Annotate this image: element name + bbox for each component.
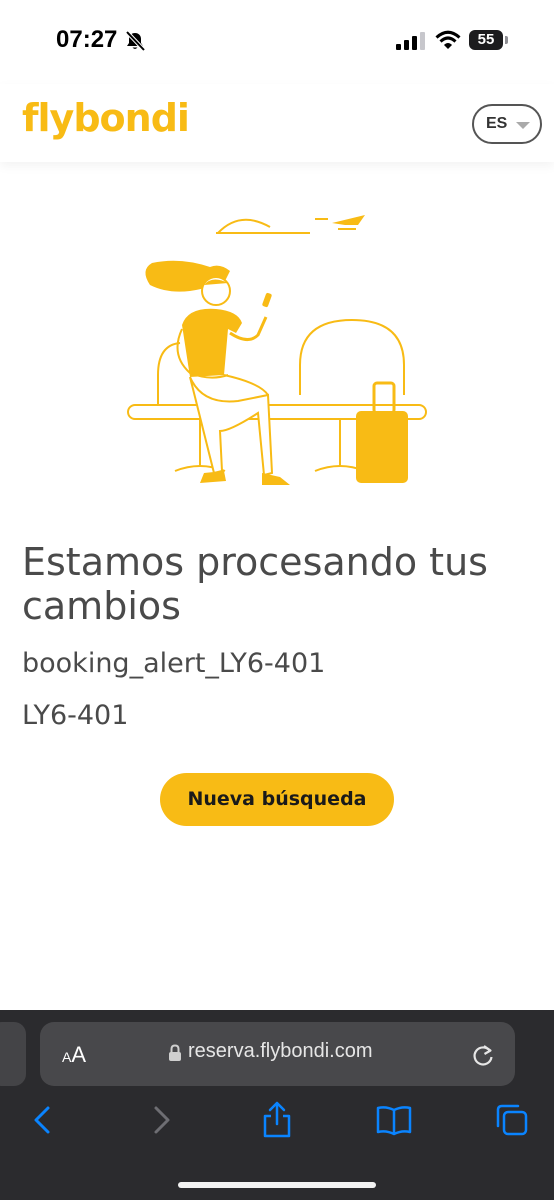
site-header: flybondi ES [0,84,554,162]
language-selector[interactable]: ES [472,104,542,144]
battery-level: 55 [477,31,495,48]
previous-tab-peek[interactable] [0,1022,26,1086]
alert-code: booking_alert_LY6-401 [22,648,326,679]
page-title: Estamos procesando tus cambios [22,540,488,628]
chevron-down-icon [516,122,530,129]
wifi-icon [435,30,461,49]
signal-icon [396,32,425,50]
text-size-button[interactable]: AA [62,1042,86,1068]
battery-cap [505,36,508,44]
status-bar: 07:27 55 [0,0,554,84]
home-indicator [178,1182,376,1188]
traveler-illustration [127,215,427,485]
battery-icon: 55 [469,30,503,50]
new-search-button[interactable]: Nueva búsqueda [160,773,394,826]
reload-icon[interactable] [470,1042,496,1068]
url-text: reserva.flybondi.com [188,1040,373,1062]
status-time: 07:27 [56,26,118,53]
language-label: ES [486,115,508,132]
bell-slash-icon [125,30,146,52]
flybondi-logo[interactable]: flybondi [22,96,190,140]
bookmarks-icon[interactable] [374,1100,414,1140]
lock-icon [169,1044,181,1061]
text-size-large: A [71,1042,87,1067]
address-bar[interactable]: AA reserva.flybondi.com [40,1022,515,1086]
booking-code: LY6-401 [22,700,129,731]
page: 07:27 55 flybondi ES Estamos procesando … [0,0,554,1200]
forward-icon[interactable] [142,1100,182,1140]
tabs-icon[interactable] [492,1100,532,1140]
share-icon[interactable] [257,1100,297,1140]
text-size-small: A [62,1049,72,1065]
back-icon[interactable] [22,1100,62,1140]
